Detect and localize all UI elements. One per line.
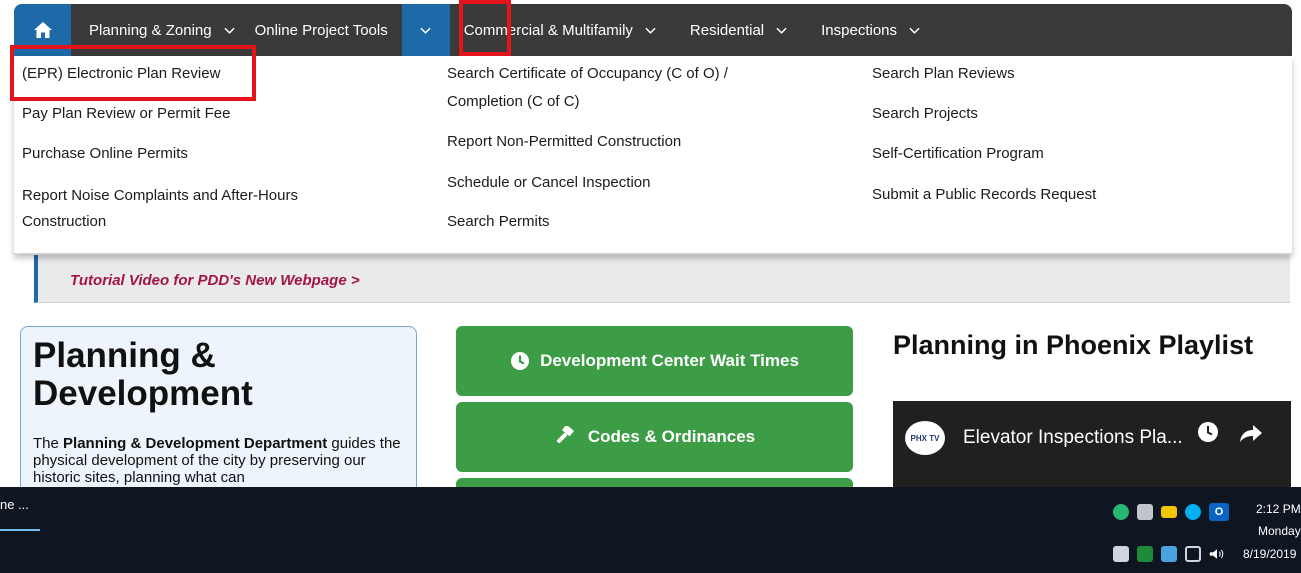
windows-taskbar: ne ... O 2:12 PM Monday 8/19/2019 (0, 487, 1301, 573)
security-shield-icon[interactable] (1137, 546, 1153, 562)
nav-planning-zoning[interactable]: Planning & Zoning (71, 4, 243, 56)
card-body: The Planning & Development Department gu… (33, 435, 413, 486)
main-nav: Planning & Zoning Online Project Tools C… (14, 4, 1292, 56)
chevron-down-icon (420, 27, 431, 34)
nav-commercial-multifamily[interactable]: Commercial & Multifamily (454, 4, 664, 56)
tutorial-video-link[interactable]: Tutorial Video for PDD's New Webpage > (70, 272, 360, 289)
nav-residential[interactable]: Residential (664, 4, 795, 56)
phx-tv-logo: PHX TV (905, 421, 945, 455)
share-icon[interactable] (1239, 423, 1263, 443)
online-project-tools-dropdown-toggle[interactable] (401, 4, 450, 56)
chevron-down-icon (223, 27, 235, 34)
menu-item-search-projects[interactable]: Search Projects (872, 104, 978, 124)
display-icon[interactable] (1113, 546, 1129, 562)
mail-icon[interactable] (1161, 506, 1177, 518)
menu-item-search-co[interactable]: Search Certificate of Occupancy (C of O)… (447, 64, 728, 84)
video-embed[interactable]: PHX TV Elevator Inspections Pla... (893, 401, 1291, 501)
card-body-pre: The (33, 435, 64, 452)
chevron-down-icon (909, 27, 920, 34)
menu-item-epr[interactable]: (EPR) Electronic Plan Review (22, 64, 220, 84)
clock-date[interactable]: 8/19/2019 (1243, 547, 1296, 561)
menu-item-report-non-permitted[interactable]: Report Non-Permitted Construction (447, 132, 681, 152)
chevron-down-icon (776, 27, 787, 34)
clock-time[interactable]: 2:12 PM (1256, 502, 1301, 516)
taskbar-app-label[interactable]: ne ... (0, 497, 29, 512)
planning-development-card: Planning & Development The Planning & De… (20, 326, 417, 506)
playlist-title: Planning in Phoenix Playlist (893, 330, 1254, 360)
wait-times-button[interactable]: Development Center Wait Times (456, 326, 853, 396)
chevron-down-icon (645, 27, 656, 34)
skype-icon[interactable] (1185, 504, 1201, 520)
codes-ordinances-button[interactable]: Codes & Ordinances (456, 402, 853, 472)
tray-app-icon[interactable] (1113, 504, 1129, 520)
menu-item-self-certification[interactable]: Self-Certification Program (872, 144, 1044, 164)
card-body-bold: Planning & Development Department (63, 435, 328, 452)
volume-icon[interactable] (1209, 546, 1225, 562)
tray-network-drive-icon[interactable] (1137, 504, 1153, 520)
menu-item-public-records[interactable]: Submit a Public Records Request (872, 185, 1096, 205)
home-icon (33, 22, 52, 38)
wait-times-label: Development Center Wait Times (540, 351, 799, 370)
nav-commercial-multifamily-label: Commercial & Multifamily (463, 21, 633, 39)
gavel-icon (554, 426, 578, 448)
nav-online-project-tools[interactable]: Online Project Tools (243, 4, 398, 56)
outlook-icon[interactable]: O (1209, 503, 1229, 521)
menu-item-search-plan-reviews[interactable]: Search Plan Reviews (872, 64, 1015, 84)
tutorial-banner: Tutorial Video for PDD's New Webpage > (34, 255, 1290, 303)
menu-item-pay-fee[interactable]: Pay Plan Review or Permit Fee (22, 104, 230, 124)
menu-item-purchase-permits[interactable]: Purchase Online Permits (22, 144, 188, 164)
nav-planning-zoning-label: Planning & Zoning (89, 21, 212, 39)
tray-utility-icon[interactable] (1161, 546, 1177, 562)
online-project-tools-menu: (EPR) Electronic Plan Review Pay Plan Re… (14, 56, 1292, 254)
codes-ordinances-label: Codes & Ordinances (587, 427, 756, 446)
menu-item-search-co-cont[interactable]: Completion (C of C) (447, 92, 580, 112)
card-title: Planning & Development (33, 336, 253, 413)
nav-residential-label: Residential (689, 21, 765, 39)
page: Planning & Zoning Online Project Tools C… (0, 0, 1301, 573)
video-title[interactable]: Elevator Inspections Pla... (963, 427, 1183, 449)
clock-day[interactable]: Monday (1258, 524, 1301, 538)
outlook-icon-label: O (1214, 506, 1224, 518)
network-icon[interactable] (1185, 546, 1201, 562)
nav-inspections-label: Inspections (821, 21, 898, 39)
menu-item-noise-complaints[interactable]: Report Noise Complaints and After-Hours (22, 186, 298, 206)
home-button[interactable] (14, 4, 71, 56)
clock-icon (510, 351, 530, 371)
watch-later-icon[interactable] (1197, 421, 1219, 443)
nav-inspections[interactable]: Inspections (795, 4, 928, 56)
phx-tv-logo-text: PHX TV (910, 433, 940, 443)
menu-item-noise-complaints-cont[interactable]: Construction (22, 212, 106, 232)
nav-online-project-tools-label: Online Project Tools (254, 21, 388, 39)
taskbar-active-indicator (0, 529, 40, 531)
menu-item-search-permits[interactable]: Search Permits (447, 212, 550, 232)
menu-item-schedule-inspection[interactable]: Schedule or Cancel Inspection (447, 173, 650, 193)
